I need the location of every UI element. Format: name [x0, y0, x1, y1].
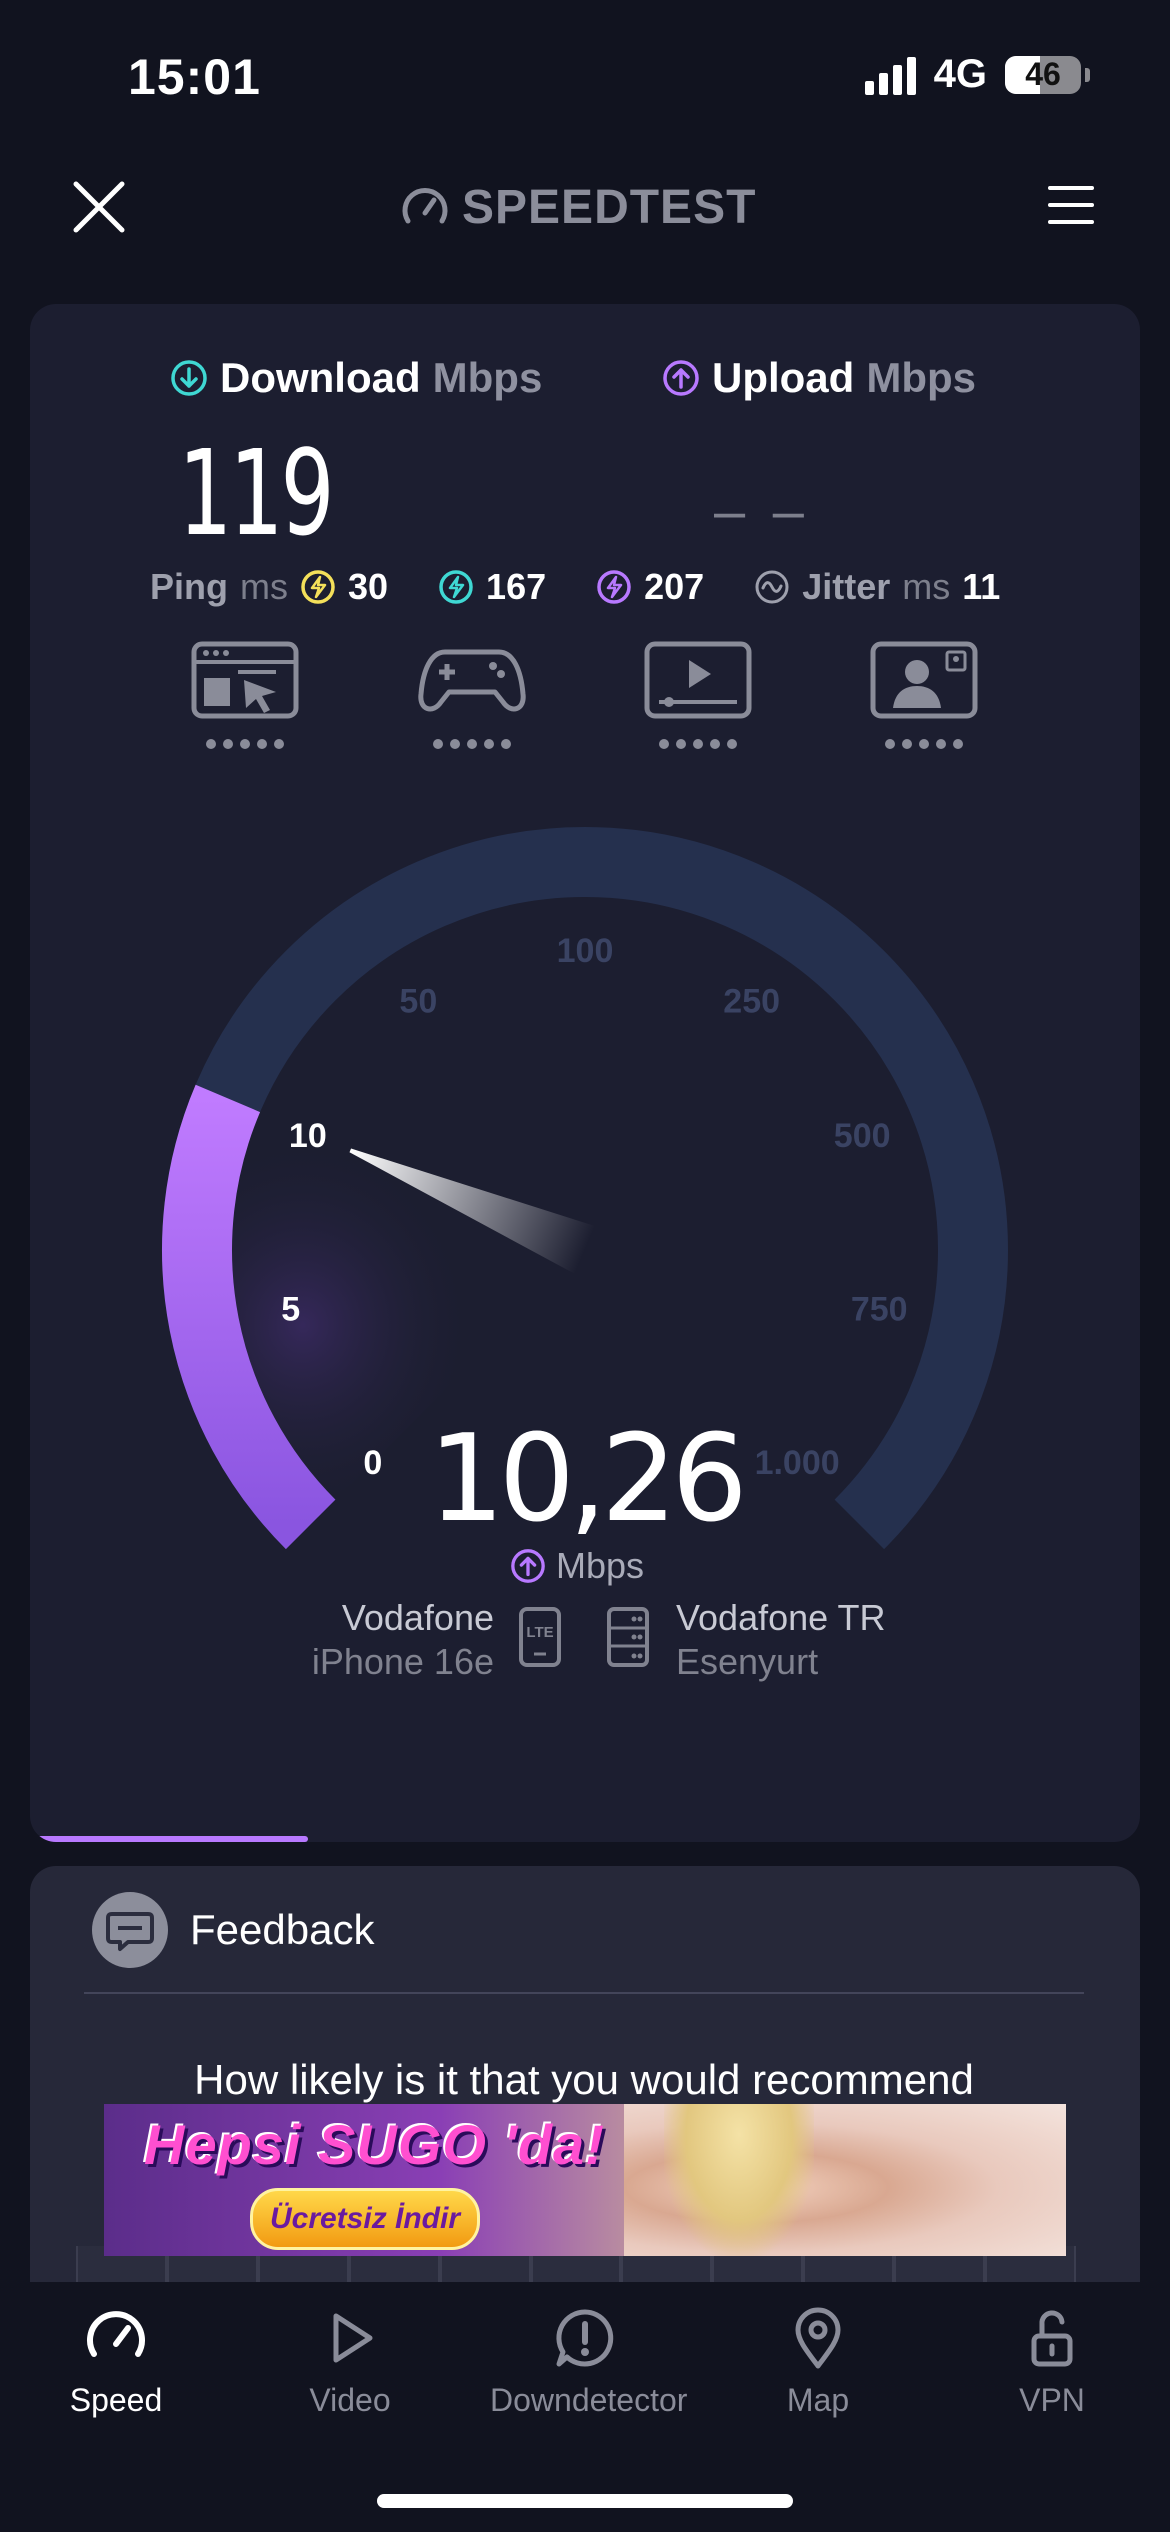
ping-download-value: 167 [486, 566, 547, 607]
tab-downdetector[interactable]: Downdetector [490, 2306, 687, 2419]
provider-info[interactable]: Vodafone iPhone 16e [312, 1596, 494, 1684]
gauge-tick-label: 250 [723, 983, 780, 1021]
divider [84, 1992, 1084, 1994]
status-time: 15:01 [128, 49, 261, 105]
upload-latency-icon [597, 570, 631, 604]
server-location: Esenyurt [676, 1641, 819, 1682]
latency-row: Ping ms 30 167 207 Jitter ms 11 [150, 566, 1000, 608]
tab-video-label: Video [309, 2382, 391, 2418]
download-latency-icon [439, 570, 473, 604]
close-button[interactable] [64, 172, 134, 242]
web-browsing-rating[interactable] [190, 640, 300, 749]
map-pin-icon [795, 2307, 841, 2369]
close-icon [73, 181, 125, 233]
upload-label: Upload [712, 354, 855, 401]
upload-arrow-icon [663, 360, 699, 396]
server-name: Vodafone TR [676, 1597, 886, 1638]
server-info[interactable]: Vodafone TR Esenyurt [676, 1596, 886, 1684]
tab-speed[interactable]: Speed [21, 2306, 211, 2419]
ad-photo-detail [664, 2104, 814, 2256]
gamepad-icon [418, 649, 526, 712]
ping-idle-value: 30 [348, 566, 389, 607]
download-label: Download [220, 354, 421, 401]
tab-vpn[interactable]: VPN [957, 2306, 1147, 2419]
menu-button[interactable] [1046, 180, 1096, 230]
battery-icon: 46 [1005, 55, 1081, 94]
current-speed-value: 10,26 [428, 1410, 748, 1549]
speedtest-gauge-icon [402, 187, 448, 223]
idle-latency-icon [301, 570, 335, 604]
upload-value: – – [714, 479, 810, 542]
jitter-label: Jitter [802, 566, 891, 607]
tab-map[interactable]: Map [723, 2306, 913, 2419]
upload-header: Upload Mbps [662, 354, 976, 402]
tab-downdetector-label: Downdetector [490, 2382, 688, 2418]
download-unit: Mbps [432, 354, 543, 401]
lte-phone-icon: LTE [519, 1607, 561, 1667]
jitter-unit: ms [902, 566, 951, 607]
ping-label: Ping [150, 566, 228, 607]
ad-headline: Hepsi SUGO 'da! [144, 2113, 605, 2176]
gauge-tick-label: 5 [281, 1291, 300, 1329]
speedtest-logo: SPEEDTEST [400, 180, 756, 235]
video-player-icon [644, 641, 752, 719]
lock-open-icon [1031, 2310, 1073, 2367]
tab-speed-label: Speed [69, 2382, 163, 2418]
video-call-rating[interactable] [869, 640, 979, 749]
hamburger-icon [1048, 186, 1094, 224]
home-indicator [377, 2494, 793, 2508]
test-progress-bar [30, 1836, 308, 1842]
gaming-rating[interactable] [417, 640, 527, 749]
signal-icon [864, 55, 916, 95]
brand-name: SPEEDTEST [462, 181, 757, 234]
network-type: 4G [933, 52, 987, 96]
feedback-title: Feedback [190, 1906, 375, 1953]
web-browsing-icon [191, 641, 299, 719]
ping-unit: ms [240, 566, 288, 607]
gauge-tick-label: 100 [557, 932, 614, 970]
tab-vpn-label: VPN [1019, 2382, 1085, 2418]
device-name: iPhone 16e [311, 1641, 494, 1682]
download-arrow-icon [171, 360, 207, 396]
upload-arrow-icon [511, 1549, 545, 1583]
gauge-tick-label: 50 [399, 983, 437, 1021]
jitter-icon [755, 570, 789, 604]
ad-banner[interactable]: Hepsi SUGO 'da! Ücretsiz İndir [104, 2104, 1066, 2256]
server-icon [607, 1607, 649, 1667]
video-call-icon [870, 641, 978, 719]
lte-label: LTE [526, 1624, 553, 1641]
gauge-tick-label: 750 [851, 1291, 908, 1329]
upload-unit: Mbps [866, 354, 976, 401]
speed-icon [87, 2311, 145, 2357]
tab-video[interactable]: Video [255, 2306, 445, 2419]
status-indicators: 4G 46 [864, 52, 1090, 97]
provider-name: Vodafone [341, 1597, 494, 1638]
current-speed-unit: Mbps [510, 1545, 644, 1587]
ad-cta-button[interactable]: Ücretsiz İndir [250, 2188, 480, 2250]
battery-level: 46 [1025, 56, 1061, 92]
alert-icon [556, 2309, 614, 2367]
download-value: 119 [178, 424, 334, 562]
jitter-value: 11 [962, 566, 1001, 607]
speed-unit-label: Mbps [556, 1545, 645, 1586]
download-header: Download Mbps [170, 354, 542, 402]
video-streaming-rating[interactable] [643, 640, 753, 749]
tab-map-label: Map [786, 2382, 850, 2418]
ping-upload-value: 207 [644, 566, 705, 607]
feedback-question: How likely is it that you would recommen… [194, 2056, 974, 2103]
feedback-icon [92, 1892, 168, 1968]
gauge-tick-label: 10 [289, 1117, 327, 1155]
play-icon [333, 2313, 373, 2363]
gauge-tick-label: 500 [834, 1117, 891, 1155]
